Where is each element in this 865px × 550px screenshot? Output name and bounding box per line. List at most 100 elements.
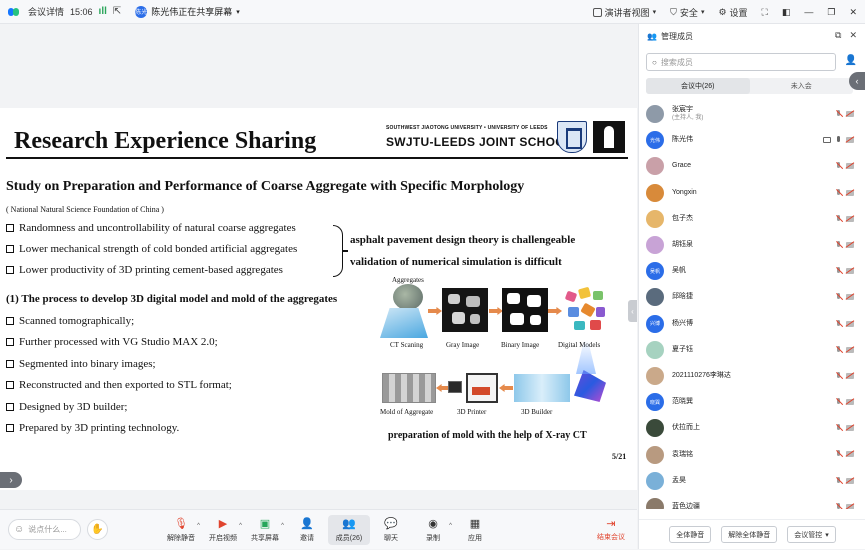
camera-off-icon[interactable]	[846, 425, 854, 432]
member-row[interactable]: 孟昊	[639, 468, 865, 494]
member-row[interactable]: 伏拉而上	[639, 415, 865, 441]
share-screen-button[interactable]: ▣ 共享屏幕 ^	[244, 510, 286, 550]
camera-off-icon[interactable]	[846, 503, 854, 509]
member-row[interactable]: Grace	[639, 153, 865, 179]
chat-button[interactable]: 💬 聊天	[370, 510, 412, 550]
invite-button[interactable]: 👤 邀请	[286, 510, 328, 550]
security-button[interactable]: ⛉ 安全 ▾	[670, 6, 704, 19]
mic-muted-icon[interactable]	[835, 110, 842, 118]
member-row[interactable]: 吴帆 吴帆	[639, 258, 865, 284]
member-row[interactable]: 蓝色边疆	[639, 494, 865, 509]
mute-all-button[interactable]: 全体静音	[669, 526, 712, 543]
bullet-text: Lower mechanical strength of cold bonded…	[19, 243, 298, 255]
chevron-up-icon[interactable]: ^	[281, 523, 284, 529]
member-row[interactable]: 邱晗捷	[639, 284, 865, 310]
tab-in-meeting[interactable]: 会议中(26)	[646, 78, 750, 94]
meeting-control-button[interactable]: 会议管控 ▾	[787, 526, 836, 543]
expand-left-button[interactable]: ›	[0, 472, 22, 488]
pop-out-icon[interactable]: ⧉	[835, 30, 841, 41]
member-row[interactable]: 晓巽 范晓巽	[639, 389, 865, 415]
meeting-details-button[interactable]: 会议详情	[28, 5, 64, 18]
member-row[interactable]: 张宸宇 (主持人, 我)	[639, 101, 865, 127]
mic-muted-icon[interactable]	[835, 214, 842, 223]
settings-button[interactable]: ⚙ 设置	[718, 6, 747, 19]
mic-muted-icon[interactable]	[835, 424, 842, 432]
chevron-up-icon[interactable]: ^	[239, 523, 242, 529]
camera-off-icon[interactable]	[846, 320, 854, 327]
camera-off-icon[interactable]	[846, 346, 854, 353]
mic-muted-icon[interactable]	[835, 162, 842, 170]
camera-off-icon[interactable]	[846, 451, 854, 458]
camera-off-icon[interactable]	[846, 241, 854, 248]
mic-muted-icon[interactable]	[835, 502, 842, 509]
chevron-up-icon[interactable]: ^	[197, 523, 200, 529]
panel-collapse-handle[interactable]: ‹	[849, 72, 865, 90]
mic-muted-icon[interactable]	[835, 398, 842, 406]
member-row[interactable]: 夏子钰	[639, 337, 865, 363]
mic-muted-icon[interactable]	[835, 188, 842, 197]
member-row[interactable]: 2021110276李琳达	[639, 363, 865, 389]
avatar	[646, 288, 664, 307]
mic-muted-icon[interactable]	[835, 371, 842, 380]
member-row[interactable]: 光伟 陈光伟	[639, 127, 865, 153]
mic-muted-icon[interactable]	[835, 293, 842, 301]
member-name: 夏子钰	[672, 345, 693, 353]
member-row[interactable]: Yongxin	[639, 180, 865, 206]
fullscreen-icon[interactable]: ⛶	[762, 7, 768, 18]
tab-not-joined[interactable]: 未入会	[750, 78, 854, 94]
camera-off-icon[interactable]	[846, 215, 854, 222]
camera-off-icon[interactable]	[846, 111, 854, 117]
camera-off-icon[interactable]	[846, 137, 854, 144]
screen-share-indicator[interactable]: 陈光 陈光伟正在共享屏幕 ▾	[135, 5, 240, 18]
close-icon[interactable]: ✕	[849, 30, 857, 41]
chevron-up-icon[interactable]: ^	[449, 523, 452, 529]
mic-muted-icon[interactable]	[835, 476, 842, 485]
camera-off-icon[interactable]	[846, 372, 854, 379]
start-video-button[interactable]: ▶ 开启视频 ^	[202, 510, 244, 550]
unmute-button[interactable]: 🎙 解除静音 ^	[160, 510, 202, 550]
checkbox-bullet-icon	[6, 403, 14, 411]
network-signal-icon[interactable]: ıll	[99, 6, 107, 17]
emoji-icon[interactable]: ☺	[14, 524, 24, 535]
school-name: SWJTU-LEEDS JOINT SCHOOL	[386, 135, 573, 149]
add-user-icon[interactable]: 👤	[845, 55, 857, 66]
camera-off-icon[interactable]	[846, 477, 854, 484]
camera-off-icon[interactable]	[846, 399, 854, 406]
camera-off-icon[interactable]	[846, 189, 854, 196]
apps-button[interactable]: ▦ 应用	[454, 510, 496, 550]
close-icon[interactable]: ✕	[849, 7, 857, 18]
camera-off-icon[interactable]	[846, 294, 854, 301]
raise-hand-button[interactable]: ✋	[87, 519, 108, 540]
digital-models-image	[564, 286, 608, 334]
record-button[interactable]: ◉ 录制 ^	[412, 510, 454, 550]
collapse-panel-button[interactable]: ‹	[628, 300, 637, 322]
end-meeting-button[interactable]: ⇥ 结束会议	[597, 517, 625, 542]
mic-muted-icon[interactable]	[835, 267, 842, 275]
member-row[interactable]: 胡钰泉	[639, 232, 865, 258]
quick-chat-input[interactable]: ☺ 说点什么...	[8, 519, 81, 540]
camera-off-icon[interactable]	[846, 268, 854, 275]
member-name-block: 胡钰泉	[672, 241, 693, 249]
minimize-icon[interactable]: —	[804, 7, 813, 17]
member-search-input[interactable]: ○ 搜索成员	[646, 53, 836, 71]
restore-icon[interactable]: ❐	[827, 7, 835, 18]
mic-muted-icon[interactable]	[835, 345, 842, 354]
member-name: 伏拉而上	[672, 424, 700, 432]
presenter-view-button[interactable]: 演讲者视图 ▾	[592, 6, 656, 19]
unmute-all-button[interactable]: 解除全体静音	[721, 526, 778, 543]
checkbox-bullet-icon	[6, 224, 14, 232]
camera-off-icon[interactable]	[846, 163, 854, 170]
members-button[interactable]: 👥 成员(26)	[328, 515, 370, 545]
avatar: 吴帆	[646, 262, 664, 281]
member-status-icons	[835, 293, 854, 301]
mic-muted-icon[interactable]	[835, 450, 842, 458]
member-row[interactable]: 袁瑞铭	[639, 441, 865, 467]
mic-muted-icon[interactable]	[835, 319, 842, 328]
share-link-icon[interactable]: ⇱	[113, 6, 121, 17]
member-row[interactable]: 兴博 杨兴博	[639, 311, 865, 337]
mic-on-icon[interactable]	[835, 136, 842, 144]
member-row[interactable]: 包子杰	[639, 206, 865, 232]
tool-label: 成员(26)	[335, 534, 363, 542]
sidebar-toggle-icon[interactable]: ◧	[782, 7, 791, 18]
mic-muted-icon[interactable]	[835, 240, 842, 249]
